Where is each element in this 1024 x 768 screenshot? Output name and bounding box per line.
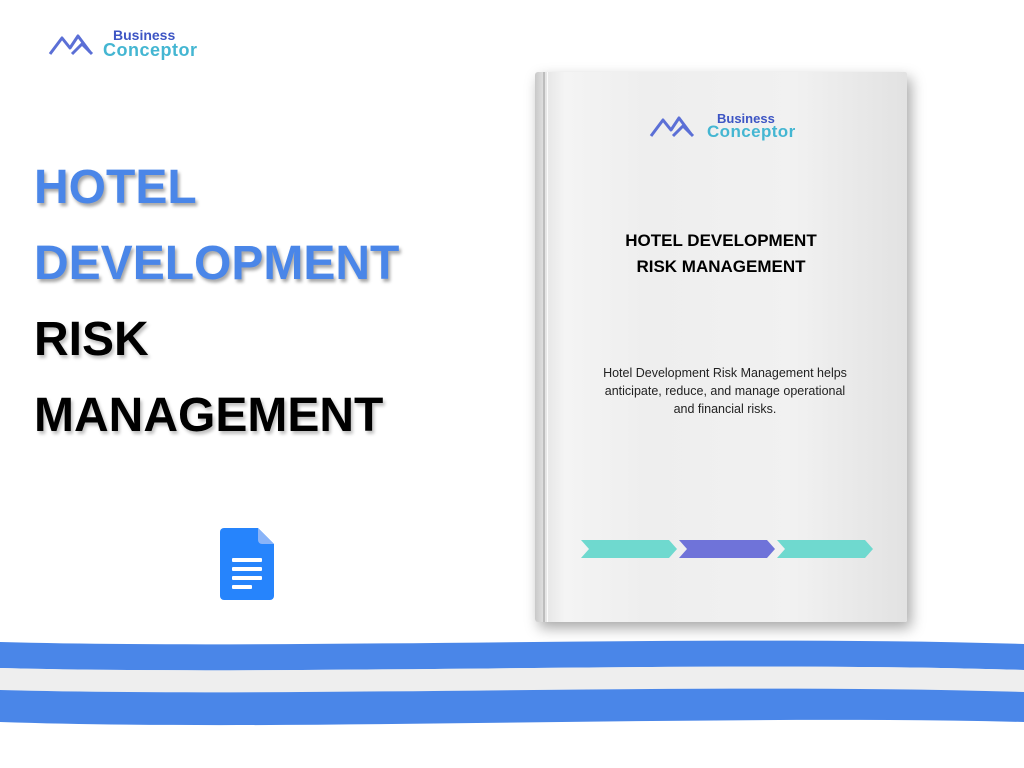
page-title: HOTEL DEVELOPMENT RISK MANAGEMENT <box>34 150 399 454</box>
book-title-line1: HOTEL DEVELOPMENT <box>625 231 817 250</box>
title-line-development: DEVELOPMENT <box>34 237 400 290</box>
arrow-chevron-teal-left <box>581 540 677 558</box>
brand-logo: Business Conceptor <box>48 28 198 62</box>
book-spine-highlight <box>547 72 548 622</box>
mountain-logo-icon <box>48 34 94 56</box>
logo-text-conceptor: Conceptor <box>103 40 198 60</box>
mountain-logo-icon <box>649 116 695 138</box>
book-logo-text-conceptor: Conceptor <box>707 122 796 141</box>
book-description: Hotel Development Risk Management helps … <box>603 366 847 416</box>
book-cover: Business Conceptor HOTEL DEVELOPMENT RIS… <box>535 72 907 622</box>
title-line-hotel: HOTEL <box>34 161 197 214</box>
book-arrow-decoration <box>581 540 873 558</box>
book-title: HOTEL DEVELOPMENT RISK MANAGEMENT <box>535 228 907 280</box>
title-line-management: MANAGEMENT <box>34 389 384 442</box>
google-docs-icon <box>220 528 274 600</box>
bottom-stripes-decoration <box>0 640 1024 726</box>
book-logo: Business Conceptor <box>647 108 797 148</box>
arrow-chevron-teal-right <box>777 540 873 558</box>
arrow-chevron-purple <box>679 540 775 558</box>
title-line-risk: RISK <box>34 313 149 366</box>
book-spine <box>543 72 545 622</box>
book-title-line2: RISK MANAGEMENT <box>636 257 806 276</box>
